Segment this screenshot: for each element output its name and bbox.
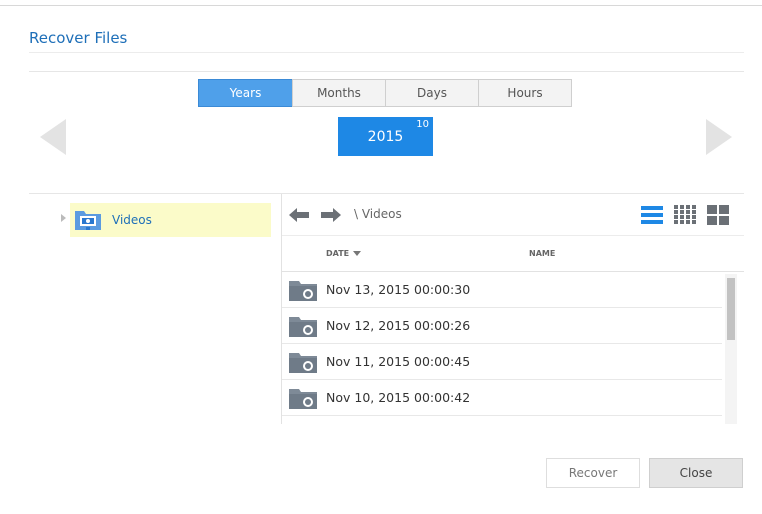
tree-item-videos[interactable]: Videos bbox=[70, 203, 271, 237]
title-divider bbox=[29, 52, 744, 53]
snapshot-list: Nov 13, 2015 00:00:30 Nov 12, 2015 00:00… bbox=[282, 272, 722, 424]
tab-hours[interactable]: Hours bbox=[478, 79, 572, 107]
snapshot-folder-icon bbox=[289, 352, 317, 373]
list-item[interactable]: Nov 10, 2015 00:00:42 bbox=[282, 380, 722, 416]
current-path: \ Videos bbox=[354, 207, 402, 221]
list-item[interactable] bbox=[282, 416, 722, 424]
video-folder-icon bbox=[75, 211, 101, 230]
sort-down-icon bbox=[353, 251, 362, 256]
recover-button[interactable]: Recover bbox=[546, 458, 640, 488]
back-arrow-icon[interactable] bbox=[287, 206, 311, 224]
year-count-badge: 10 bbox=[416, 119, 429, 130]
list-view-icon[interactable] bbox=[641, 205, 663, 225]
list-item-label: Nov 10, 2015 00:00:42 bbox=[326, 390, 471, 405]
snapshot-folder-icon bbox=[288, 422, 318, 425]
list-item-label: Nov 11, 2015 00:00:45 bbox=[326, 354, 471, 369]
forward-arrow-icon[interactable] bbox=[319, 206, 343, 224]
snapshot-folder-icon bbox=[289, 316, 317, 337]
grid-view-icon[interactable] bbox=[674, 205, 696, 225]
timeline-divider bbox=[29, 71, 744, 72]
timeline-tabs: Years Months Days Hours bbox=[198, 79, 572, 107]
list-item[interactable]: Nov 12, 2015 00:00:26 bbox=[282, 308, 722, 344]
column-header-date[interactable]: DATE bbox=[326, 249, 362, 258]
tile-view-icon[interactable] bbox=[707, 205, 729, 225]
expand-caret-icon[interactable] bbox=[61, 214, 66, 222]
tab-months[interactable]: Months bbox=[292, 79, 386, 107]
tab-days[interactable]: Days bbox=[385, 79, 479, 107]
panel-divider bbox=[29, 193, 744, 194]
list-item-label: Nov 13, 2015 00:00:30 bbox=[326, 282, 471, 297]
list-item-label: Nov 12, 2015 00:00:26 bbox=[326, 318, 471, 333]
dialog-title: Recover Files bbox=[29, 29, 128, 47]
column-date-label: DATE bbox=[326, 249, 350, 258]
snapshot-folder-icon bbox=[289, 388, 317, 409]
top-divider bbox=[0, 5, 762, 6]
column-header-name[interactable]: NAME bbox=[529, 249, 555, 258]
timeline-prev-icon[interactable] bbox=[40, 119, 66, 155]
tab-years[interactable]: Years bbox=[198, 79, 293, 107]
year-label: 2015 bbox=[367, 128, 404, 145]
scrollbar-thumb[interactable] bbox=[727, 278, 735, 340]
close-button[interactable]: Close bbox=[649, 458, 743, 488]
timeline-next-icon[interactable] bbox=[706, 119, 732, 155]
toolbar-divider bbox=[282, 235, 744, 236]
list-item[interactable]: Nov 11, 2015 00:00:45 bbox=[282, 344, 722, 380]
list-item[interactable]: Nov 13, 2015 00:00:30 bbox=[282, 272, 722, 308]
selected-year[interactable]: 2015 10 bbox=[338, 117, 433, 156]
tree-item-label: Videos bbox=[112, 213, 152, 227]
snapshot-folder-icon bbox=[289, 280, 317, 301]
